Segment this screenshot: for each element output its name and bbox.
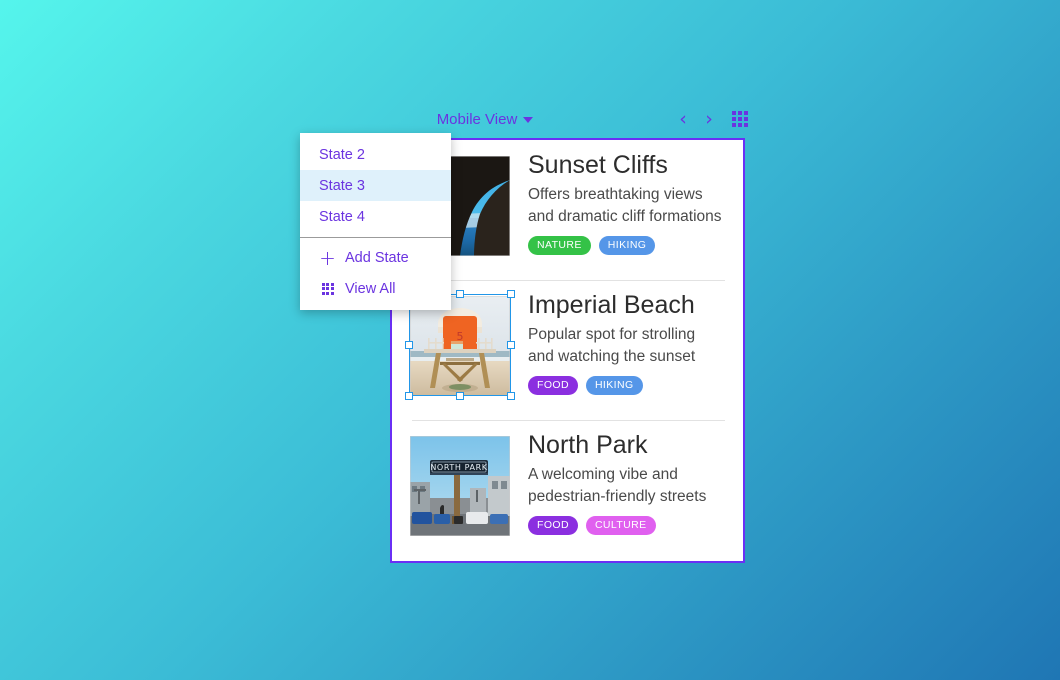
resize-handle-n[interactable] (456, 290, 464, 298)
card-tag-list: FOOD HIKING (528, 376, 725, 396)
card-title: Imperial Beach (528, 292, 725, 320)
card-content: North Park A welcoming vibe and pedestri… (510, 432, 725, 535)
menu-item-state-2[interactable]: State 2 (300, 139, 451, 170)
menu-item-label: State 4 (319, 209, 365, 225)
menu-item-view-all[interactable]: View All (300, 273, 451, 304)
card-description: Popular spot for strolling and watching … (528, 324, 725, 368)
card-thumbnail-image[interactable]: NORTH PARK (410, 436, 510, 536)
card-thumbnail-image[interactable]: 5 (410, 296, 510, 396)
next-state-arrow-icon[interactable]: › (702, 110, 716, 129)
card-tag-list: NATURE HIKING (528, 236, 725, 256)
toolbar-right-group: ‹ › (676, 106, 748, 132)
status-badge[interactable]: FOOD (528, 516, 578, 536)
menu-item-label: State 2 (319, 147, 365, 163)
status-badge[interactable]: HIKING (599, 236, 656, 256)
view-selector-label: Mobile View (437, 111, 518, 128)
menu-item-label: View All (345, 281, 396, 297)
prev-state-arrow-icon[interactable]: ‹ (676, 110, 690, 129)
status-badge[interactable]: HIKING (586, 376, 643, 396)
card-description: A welcoming vibe and pedestrian-friendly… (528, 464, 725, 508)
status-badge[interactable]: CULTURE (586, 516, 656, 536)
menu-item-state-4[interactable]: State 4 (300, 201, 451, 232)
card-content: Imperial Beach Popular spot for strollin… (510, 292, 725, 395)
resize-handle-sw[interactable] (405, 392, 413, 400)
resize-handle-se[interactable] (507, 392, 515, 400)
resize-handle-ne[interactable] (507, 290, 515, 298)
menu-item-add-state[interactable]: + Add State (300, 242, 451, 273)
resize-handle-w[interactable] (405, 341, 413, 349)
north-park-sign-photo: NORTH PARK (410, 436, 510, 536)
menu-divider (300, 237, 451, 238)
grid-icon (319, 283, 336, 295)
menu-item-label: State 3 (319, 178, 365, 194)
resize-handle-s[interactable] (456, 392, 464, 400)
card-content: Sunset Cliffs Offers breathtaking views … (510, 152, 725, 255)
imperial-beach-lifeguard-tower-photo: 5 (410, 296, 510, 396)
menu-item-state-3[interactable]: State 3 (300, 170, 451, 201)
resize-handle-e[interactable] (507, 341, 515, 349)
svg-text:NORTH PARK: NORTH PARK (430, 463, 487, 472)
state-dropdown-menu: State 2 State 3 State 4 + Add State View… (300, 133, 451, 310)
canvas-toolbar: Mobile View ‹ › (390, 106, 748, 134)
view-selector-dropdown-trigger[interactable]: Mobile View (390, 106, 580, 132)
card-title: Sunset Cliffs (528, 152, 725, 180)
plus-icon: + (319, 248, 336, 268)
card-tag-list: FOOD CULTURE (528, 516, 725, 536)
card-description: Offers breathtaking views and dramatic c… (528, 184, 725, 228)
chevron-down-icon (523, 117, 533, 123)
menu-item-label: Add State (345, 250, 409, 266)
grid-view-icon[interactable] (732, 111, 748, 127)
status-badge[interactable]: FOOD (528, 376, 578, 396)
list-item[interactable]: NORTH PARK North Park A welcoming vibe a… (392, 420, 743, 560)
card-title: North Park (528, 432, 725, 460)
status-badge[interactable]: NATURE (528, 236, 591, 256)
